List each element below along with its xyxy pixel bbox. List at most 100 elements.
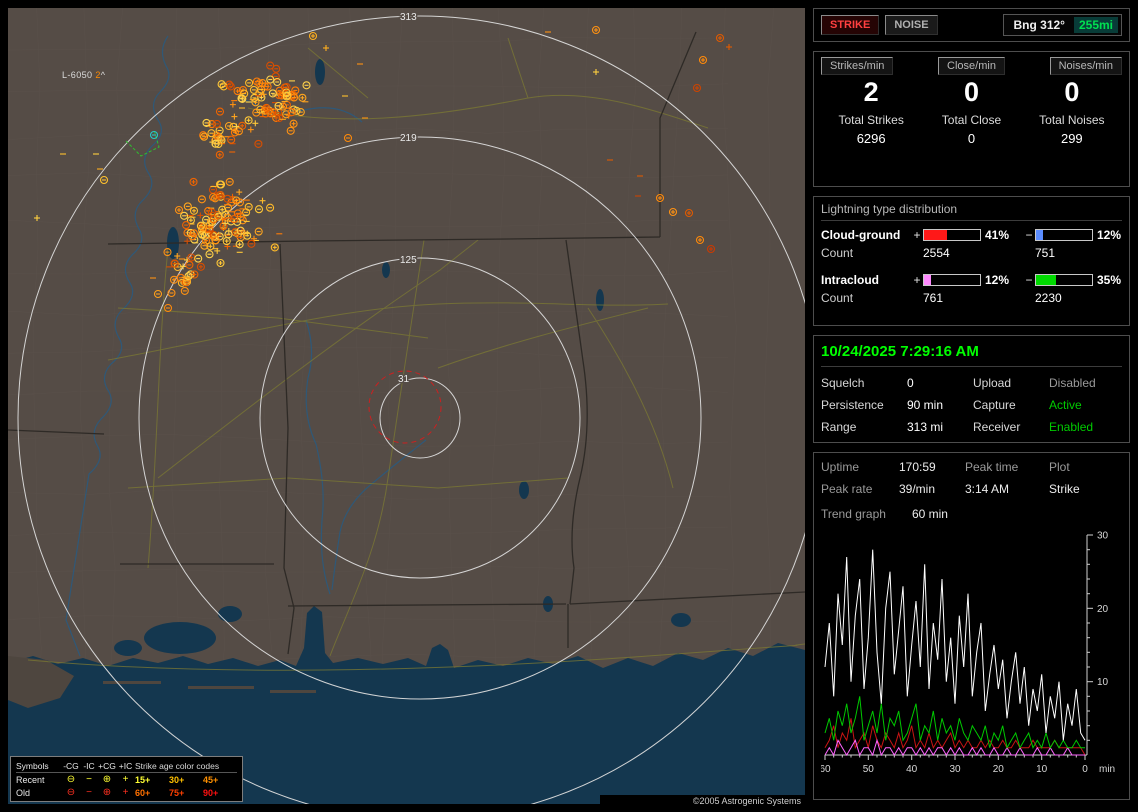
ring-label-31: 31 bbox=[398, 374, 410, 385]
legend-age-title: Strike age color codes bbox=[135, 761, 237, 771]
strikes-per-min-value: 2 bbox=[821, 77, 921, 108]
session-grid: Uptime 170:59 Peak time Plot Peak rate 3… bbox=[821, 460, 1122, 496]
spacer bbox=[821, 264, 1122, 269]
receiver-label: Receiver bbox=[973, 420, 1049, 434]
trend-graph-label: Trend graph bbox=[821, 507, 886, 521]
distribution-grid: Cloud-ground + 41% − 12% Count 2554 751 … bbox=[821, 228, 1122, 305]
strikes-per-min-chip: Strikes/min bbox=[821, 57, 893, 75]
circle-minus-icon: ⊖ bbox=[62, 788, 80, 798]
map-legend: Symbols -CG -IC +CG +IC Strike age color… bbox=[10, 756, 243, 802]
legend-header-row: Symbols -CG -IC +CG +IC Strike age color… bbox=[16, 759, 237, 773]
plus-icon: + bbox=[116, 775, 135, 785]
session-panel: Uptime 170:59 Peak time Plot Peak rate 3… bbox=[813, 452, 1130, 800]
uptime-value: 170:59 bbox=[899, 460, 965, 474]
svg-text:10: 10 bbox=[1097, 677, 1109, 688]
cg-neg-bar bbox=[1035, 229, 1093, 241]
peak-rate-value: 39/min bbox=[899, 482, 965, 496]
minus-sign: − bbox=[1023, 273, 1035, 287]
cg-pos-bar-fill bbox=[924, 230, 947, 240]
cg-count-label: Count bbox=[821, 246, 911, 260]
cg-pos-bar bbox=[923, 229, 981, 241]
minus-icon: − bbox=[80, 788, 98, 798]
rates-panel: Strikes/min Close/min Noises/min 2 0 0 T… bbox=[813, 51, 1130, 187]
upload-label: Upload bbox=[973, 376, 1049, 390]
cg-neg-pct: 12% bbox=[1093, 228, 1122, 242]
distribution-title: Lightning type distribution bbox=[821, 202, 1122, 221]
map-canvas[interactable]: 313 219 125 31 bbox=[8, 8, 805, 804]
plus-sign: + bbox=[911, 228, 923, 242]
cg-neg-bar-fill bbox=[1036, 230, 1043, 240]
age-30: 30+ bbox=[169, 775, 203, 785]
legend-col-neg-ic: -IC bbox=[80, 761, 98, 771]
svg-text:60: 60 bbox=[821, 764, 831, 775]
status-panel: 10/24/2025 7:29:16 AM Squelch 0 Upload D… bbox=[813, 335, 1130, 443]
cloud-ground-label: Cloud-ground bbox=[821, 228, 911, 242]
minus-icon: − bbox=[80, 775, 98, 785]
ic-pos-pct: 12% bbox=[981, 273, 1023, 287]
ring-label-313: 313 bbox=[400, 12, 417, 23]
total-strikes-label: Total Strikes bbox=[821, 113, 921, 127]
legend-col-neg-cg: -CG bbox=[62, 761, 80, 771]
persistence-label: Persistence bbox=[821, 398, 907, 412]
trend-row: Trend graph 60 min bbox=[821, 507, 1122, 521]
svg-text:10: 10 bbox=[1036, 764, 1048, 775]
total-strikes-value: 6296 bbox=[821, 131, 921, 146]
bearing-value: Bng 312° bbox=[1013, 18, 1064, 32]
svg-text:40: 40 bbox=[906, 764, 918, 775]
noise-mode-button[interactable]: NOISE bbox=[885, 15, 937, 35]
ic-neg-count: 2230 bbox=[1035, 291, 1122, 305]
total-noises-label: Total Noises bbox=[1022, 113, 1122, 127]
lightning-map[interactable]: 313 219 125 31 L-6050 2^ Symbols -CG -IC… bbox=[8, 8, 805, 804]
range-label: Range bbox=[821, 420, 907, 434]
legend-old-row: Old ⊖ − ⊕ + 60+ 75+ 90+ bbox=[16, 786, 237, 799]
ring-label-219: 219 bbox=[400, 133, 417, 144]
squelch-value: 0 bbox=[907, 376, 973, 390]
legend-recent-label: Recent bbox=[16, 775, 62, 785]
legend-symbols-title: Symbols bbox=[16, 761, 62, 771]
svg-text:50: 50 bbox=[863, 764, 875, 775]
svg-text:30: 30 bbox=[949, 764, 961, 775]
circle-plus-icon: ⊕ bbox=[98, 775, 116, 785]
total-close-value: 0 bbox=[921, 131, 1021, 146]
plus-sign: + bbox=[911, 273, 923, 287]
age-60: 60+ bbox=[135, 788, 169, 798]
svg-text:20: 20 bbox=[1097, 604, 1109, 615]
totals-values-row: 6296 0 299 bbox=[821, 127, 1122, 146]
range-value: 313 mi bbox=[907, 420, 973, 434]
cg-neg-count: 751 bbox=[1035, 246, 1122, 260]
total-close-label: Total Close bbox=[921, 113, 1021, 127]
capture-status: Active bbox=[1049, 398, 1122, 412]
age-90: 90+ bbox=[203, 788, 237, 798]
plot-label: Plot bbox=[1049, 460, 1122, 474]
legend-col-pos-cg: +CG bbox=[98, 761, 116, 771]
capture-label: Capture bbox=[973, 398, 1049, 412]
peak-rate-label: Peak rate bbox=[821, 482, 899, 496]
plot-value: Strike bbox=[1049, 482, 1122, 496]
sidebar: STRIKE NOISE Bng 312° 255mi Strikes/min … bbox=[813, 8, 1130, 804]
bearing-distance-box: Bng 312° 255mi bbox=[1003, 14, 1122, 36]
noises-per-min-chip: Noises/min bbox=[1050, 57, 1122, 75]
intracloud-label: Intracloud bbox=[821, 273, 911, 287]
strike-mode-button[interactable]: STRIKE bbox=[821, 15, 879, 35]
uptime-label: Uptime bbox=[821, 460, 899, 474]
noises-per-min-value: 0 bbox=[1022, 77, 1122, 108]
ic-neg-bar bbox=[1035, 274, 1093, 286]
peak-time-value: 3:14 AM bbox=[965, 482, 1049, 496]
age-75: 75+ bbox=[169, 788, 203, 798]
minus-sign: − bbox=[1023, 228, 1035, 242]
mode-panel: STRIKE NOISE Bng 312° 255mi bbox=[813, 8, 1130, 42]
ic-neg-bar-fill bbox=[1036, 275, 1056, 285]
trend-graph-value: 60 min bbox=[912, 507, 948, 521]
svg-text:min: min bbox=[1099, 764, 1115, 775]
ic-count-label: Count bbox=[821, 291, 911, 305]
distribution-panel: Lightning type distribution Cloud-ground… bbox=[813, 196, 1130, 326]
squelch-label: Squelch bbox=[821, 376, 907, 390]
ic-neg-pct: 35% bbox=[1093, 273, 1122, 287]
peak-time-label: Peak time bbox=[965, 460, 1049, 474]
receiver-status: Enabled bbox=[1049, 420, 1122, 434]
ic-pos-bar-fill bbox=[924, 275, 931, 285]
upload-status: Disabled bbox=[1049, 376, 1122, 390]
cg-pos-count: 2554 bbox=[923, 246, 1023, 260]
totals-labels-row: Total Strikes Total Close Total Noises bbox=[821, 113, 1122, 127]
station-label-suffix: ^ bbox=[101, 70, 106, 80]
